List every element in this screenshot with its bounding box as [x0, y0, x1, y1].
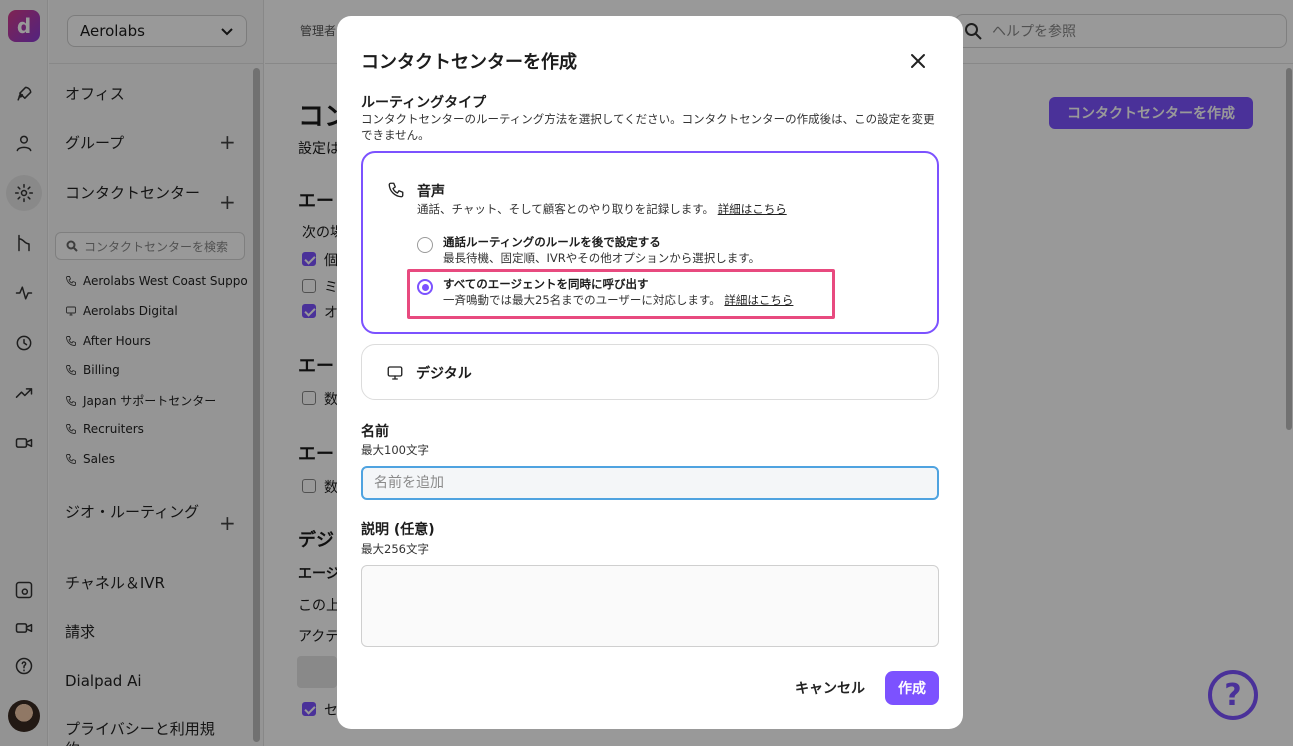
radio-configure-later[interactable]: [417, 237, 433, 253]
digital-title: デジタル: [416, 366, 472, 382]
create-contact-center-dialog: コンタクトセンターを作成 ルーティングタイプ コンタクトセンターのルーティング方…: [337, 16, 963, 729]
routing-type-help: コンタクトセンターのルーティング方法を選択してください。コンタクトセンターの作成…: [361, 112, 935, 142]
name-input[interactable]: [361, 466, 939, 500]
dialog-title: コンタクトセンターを作成: [361, 52, 577, 73]
voice-description: 通話、チャット、そして顧客とのやり取りを記録します。 詳細はこちら: [417, 201, 787, 217]
highlight-box: [407, 269, 835, 319]
description-label: 説明 (任意): [361, 522, 435, 538]
description-textarea[interactable]: [361, 565, 939, 647]
voice-learn-more-link[interactable]: 詳細はこちら: [718, 202, 787, 216]
routing-type-label: ルーティングタイプ: [361, 95, 487, 111]
voice-title: 音声: [417, 184, 445, 200]
option-description: 最長待機、固定順、IVRやその他オプションから選択します。: [443, 251, 761, 265]
create-button[interactable]: 作成: [885, 671, 939, 705]
name-label: 名前: [361, 424, 389, 440]
voice-routing-card[interactable]: 音声 通話、チャット、そして顧客とのやり取りを記録します。 詳細はこちら 通話ル…: [361, 151, 939, 334]
option-title: 通話ルーティングのルールを後で設定する: [443, 235, 661, 249]
digital-routing-card[interactable]: デジタル: [361, 344, 939, 400]
monitor-icon: [386, 364, 404, 382]
description-help: 最大256文字: [361, 542, 429, 556]
phone-icon: [387, 181, 405, 199]
cancel-button[interactable]: キャンセル: [789, 672, 871, 704]
name-help: 最大100文字: [361, 443, 429, 457]
close-icon[interactable]: [907, 50, 929, 72]
voice-description-text: 通話、チャット、そして顧客とのやり取りを記録します。: [417, 202, 715, 216]
